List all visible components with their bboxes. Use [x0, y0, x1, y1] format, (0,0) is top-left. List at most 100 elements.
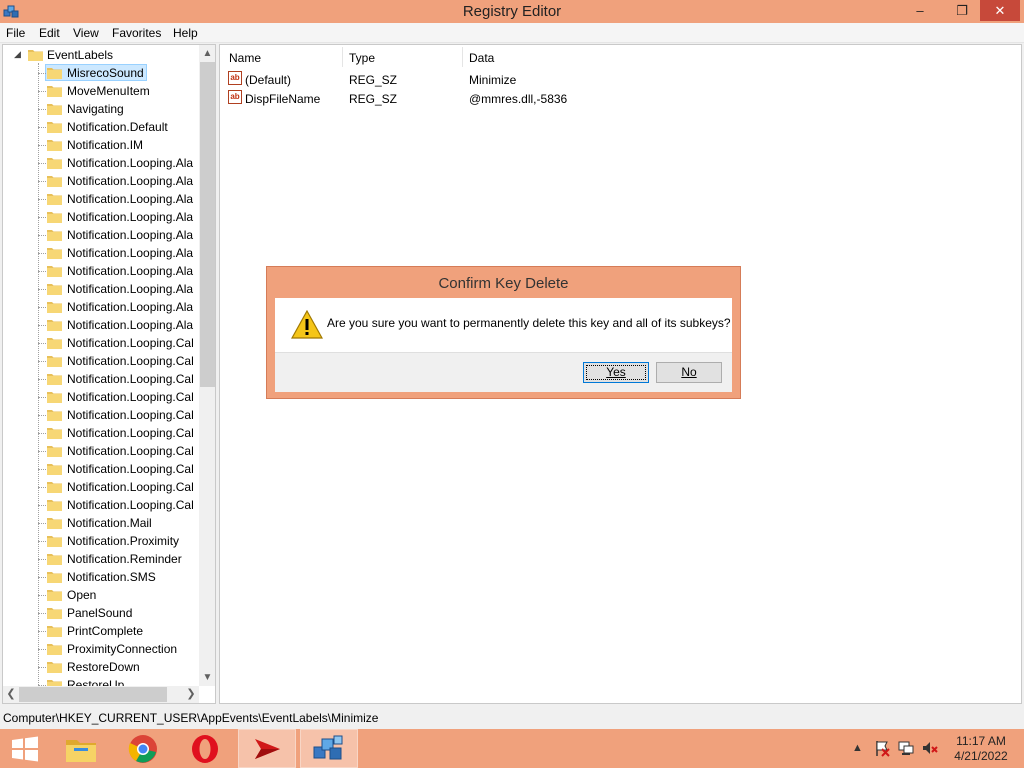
tree-node-label: Notification.Default	[67, 120, 168, 134]
tree-node[interactable]: Notification.Looping.Cal	[3, 406, 199, 424]
tree-node[interactable]: Notification.IM	[3, 136, 199, 154]
tree-node[interactable]: RestoreDown	[3, 658, 199, 676]
status-bar: Computer\HKEY_CURRENT_USER\AppEvents\Eve…	[0, 707, 1024, 729]
taskbar-clock[interactable]: 11:17 AM 4/21/2022	[950, 734, 1012, 764]
registry-tree[interactable]: ◢ EventLabels MisrecoSound MoveMenuItem Na…	[2, 44, 216, 704]
tree-connector	[38, 73, 46, 74]
network-icon[interactable]	[898, 740, 914, 756]
volume-muted-icon[interactable]	[922, 740, 938, 756]
tree-node-label: Notification.Looping.Ala	[67, 264, 194, 278]
registry-editor-icon[interactable]	[300, 729, 358, 768]
column-header-data[interactable]: Data	[469, 51, 494, 65]
tree-node[interactable]: Notification.Looping.Ala	[3, 154, 199, 172]
tree-node-label: Notification.Looping.Cal	[67, 498, 194, 512]
tree-node[interactable]: Notification.Looping.Ala	[3, 298, 199, 316]
tree-node[interactable]: Notification.Looping.Cal	[3, 388, 199, 406]
tree-node[interactable]: MoveMenuItem	[3, 82, 199, 100]
tree-node[interactable]: Notification.Looping.Ala	[3, 262, 199, 280]
column-divider[interactable]	[342, 47, 343, 67]
tree-node[interactable]: Notification.Looping.Ala	[3, 316, 199, 334]
tree-node[interactable]: Notification.Looping.Cal	[3, 424, 199, 442]
close-icon[interactable]: ✕	[980, 0, 1020, 21]
scroll-thumb-horizontal[interactable]	[19, 687, 167, 702]
scroll-left-icon[interactable]: ❮	[3, 686, 19, 703]
tree-node[interactable]: Notification.Looping.Ala	[3, 208, 199, 226]
tree-node[interactable]: Notification.Looping.Cal	[3, 352, 199, 370]
tree-node[interactable]: Notification.Looping.Cal	[3, 370, 199, 388]
tree-node[interactable]: Navigating	[3, 100, 199, 118]
tree-node[interactable]: Notification.Default	[3, 118, 199, 136]
tree-node[interactable]: PrintComplete	[3, 622, 199, 640]
scroll-thumb[interactable]	[200, 62, 215, 387]
scroll-right-icon[interactable]: ❯	[183, 686, 199, 703]
folder-icon	[47, 500, 62, 511]
chrome-icon[interactable]	[114, 729, 172, 768]
tree-node[interactable]: Notification.Proximity	[3, 532, 199, 550]
folder-icon	[47, 68, 62, 79]
expanded-arrow-icon[interactable]: ◢	[14, 49, 21, 60]
tree-node-label: Notification.Looping.Cal	[67, 408, 194, 422]
tree-node[interactable]: Notification.Looping.Cal	[3, 496, 199, 514]
tree-node[interactable]: Notification.Looping.Ala	[3, 190, 199, 208]
opera-icon[interactable]	[176, 729, 234, 768]
tree-connector	[38, 469, 46, 470]
tree-node[interactable]: Notification.Looping.Cal	[3, 460, 199, 478]
tree-connector	[38, 307, 46, 308]
tree-node-eventlabels[interactable]: ◢ EventLabels	[3, 46, 199, 64]
folder-icon	[47, 554, 62, 565]
folder-icon	[47, 410, 62, 421]
folder-icon	[47, 86, 62, 97]
tree-vertical-scrollbar[interactable]: ▲ ▼	[199, 45, 215, 686]
tree-connector	[38, 577, 46, 578]
tree-node[interactable]: Notification.Looping.Cal	[3, 334, 199, 352]
tree-connector	[38, 487, 46, 488]
show-hidden-icons-icon[interactable]: ▲	[852, 742, 863, 754]
tree-node[interactable]: Notification.Reminder	[3, 550, 199, 568]
menu-view[interactable]: View	[73, 26, 99, 40]
tree-node-label: Notification.Looping.Ala	[67, 282, 194, 296]
yes-button[interactable]: Yes	[583, 362, 649, 383]
tree-horizontal-scrollbar[interactable]: ❮ ❯	[3, 686, 199, 703]
tree-node[interactable]: Notification.Looping.Ala	[3, 244, 199, 262]
menu-favorites[interactable]: Favorites	[112, 26, 161, 40]
focus-rectangle	[586, 365, 646, 380]
tree-node-label: Notification.Mail	[67, 516, 152, 530]
tree-node[interactable]: Notification.SMS	[3, 568, 199, 586]
red-arrow-app-icon[interactable]	[238, 729, 296, 768]
action-center-flag-icon[interactable]	[874, 740, 890, 757]
tree-node[interactable]: Notification.Looping.Ala	[3, 172, 199, 190]
folder-icon	[47, 248, 62, 259]
tree-node-label: MoveMenuItem	[67, 84, 150, 98]
column-divider[interactable]	[462, 47, 463, 67]
tree-node-label: Notification.Looping.Ala	[67, 228, 194, 242]
restore-icon[interactable]: ❐	[946, 0, 978, 21]
folder-icon	[47, 482, 62, 493]
menu-help[interactable]: Help	[173, 26, 198, 40]
tree-node[interactable]: Notification.Looping.Ala	[3, 280, 199, 298]
tree-node[interactable]: MisrecoSound	[3, 64, 199, 82]
scroll-down-icon[interactable]: ▼	[199, 669, 215, 686]
no-button[interactable]: No	[656, 362, 722, 383]
tree-node[interactable]: Notification.Looping.Cal	[3, 478, 199, 496]
tree-node-label: PrintComplete	[67, 624, 144, 638]
clock-date: 4/21/2022	[954, 749, 1008, 763]
tree-connector	[38, 613, 46, 614]
column-header-name[interactable]: Name	[229, 51, 261, 65]
menu-file[interactable]: File	[6, 26, 25, 40]
file-explorer-icon[interactable]	[52, 729, 110, 768]
folder-icon	[28, 50, 43, 61]
tree-node[interactable]: Notification.Looping.Ala	[3, 226, 199, 244]
tree-connector	[38, 667, 46, 668]
scroll-up-icon[interactable]: ▲	[199, 45, 215, 62]
tree-node[interactable]: Notification.Looping.Cal	[3, 442, 199, 460]
minimize-icon[interactable]: –	[906, 0, 934, 21]
tree-node[interactable]: ProximityConnection	[3, 640, 199, 658]
tree-node[interactable]: PanelSound	[3, 604, 199, 622]
menu-bar: File Edit View Favorites Help	[0, 23, 1024, 43]
tree-node-label: Notification.Looping.Ala	[67, 318, 194, 332]
tree-node[interactable]: Open	[3, 586, 199, 604]
column-header-type[interactable]: Type	[349, 51, 375, 65]
menu-edit[interactable]: Edit	[39, 26, 60, 40]
tree-node[interactable]: Notification.Mail	[3, 514, 199, 532]
windows-start-icon[interactable]	[0, 729, 58, 768]
